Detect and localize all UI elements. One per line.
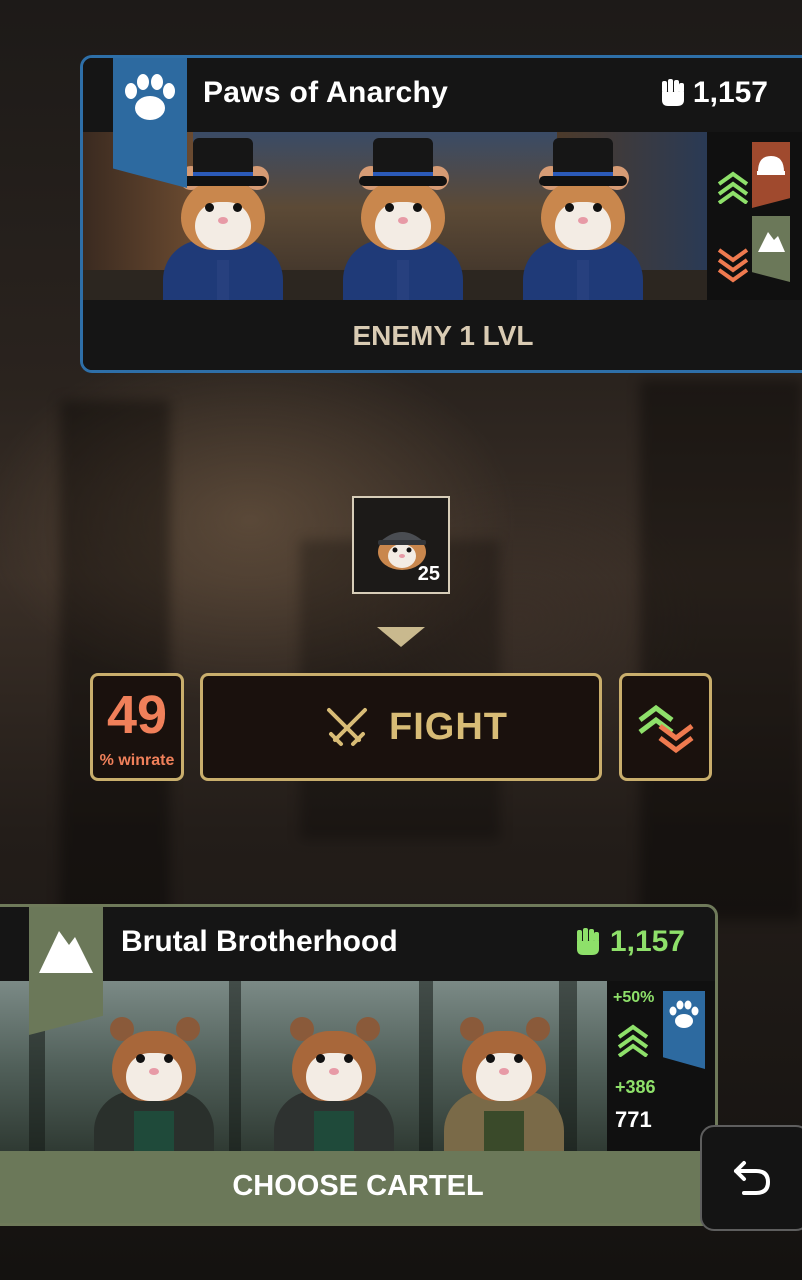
enemy-matchup-panel [707, 132, 802, 300]
weakness-chevrons-down-icon [717, 248, 749, 283]
enemy-power-value: 1,157 [692, 76, 768, 109]
enemy-banner [113, 58, 187, 188]
forest-tree [419, 981, 433, 1151]
player-cartel-name: Brutal Brotherhood [121, 925, 398, 958]
forest-tree [229, 981, 241, 1151]
mountain-icon [39, 931, 93, 973]
strength-chevrons-up-icon [717, 171, 749, 204]
advantage-chevrons-icon [638, 704, 694, 754]
fight-label: FIGHT [389, 706, 508, 748]
fist-icon [661, 79, 684, 106]
bonus-percent: +50% [613, 989, 655, 1006]
fist-icon [576, 928, 599, 955]
background-ruins-left [60, 400, 170, 920]
bonus-total-value: 771 [615, 1107, 652, 1132]
caret-down-icon [377, 627, 425, 647]
paw-icon [125, 74, 175, 120]
player-hamster-1 [84, 1001, 224, 1151]
player-banner [29, 907, 103, 1035]
back-button[interactable] [700, 1125, 802, 1231]
hamster-count: 25 [417, 563, 440, 585]
choose-cartel-label: CHOOSE CARTEL [232, 1170, 484, 1202]
mountain-icon [758, 232, 785, 252]
player-power-value: 1,157 [609, 925, 685, 958]
winrate-box: 49 % winrate [90, 673, 184, 781]
player-hamster-3 [434, 1001, 574, 1151]
advantage-chevrons-up-icon [617, 1024, 649, 1057]
background-ruins-right [640, 380, 802, 920]
helmet-icon [757, 156, 785, 175]
enemy-hamster-2 [333, 138, 473, 300]
player-power: 1,157 [574, 925, 685, 959]
player-cartel-card: Brutal Brotherhood 1,157 +50% +386 771 C… [0, 904, 718, 1226]
enemy-strength-tag [752, 142, 790, 208]
matchup-modifiers-button[interactable] [619, 673, 712, 781]
enemy-cartel-name: Paws of Anarchy [203, 76, 449, 109]
fight-button[interactable]: FIGHT [200, 673, 602, 781]
enemy-weakness-tag [752, 216, 790, 282]
winrate-label: % winrate [99, 752, 175, 769]
winrate-value: 49 [106, 685, 168, 745]
enemy-cartel-card: Paws of Anarchy 1,157 ENEMY 1 LVL [80, 55, 802, 373]
selected-hamster-slot[interactable]: 25 [352, 496, 450, 594]
player-advantage-tag [663, 991, 705, 1069]
enemy-hamster-3 [513, 138, 653, 300]
bonus-plus-value: +386 [615, 1077, 656, 1097]
undo-arrow-icon [734, 1161, 770, 1195]
enemy-power: 1,157 [659, 76, 768, 110]
enemy-level-label: ENEMY 1 LVL [352, 320, 534, 351]
player-bonus-panel: +50% +386 771 [607, 981, 715, 1151]
paw-icon [669, 1000, 699, 1028]
player-hamster-2 [264, 1001, 404, 1151]
crossed-swords-icon [327, 708, 367, 746]
